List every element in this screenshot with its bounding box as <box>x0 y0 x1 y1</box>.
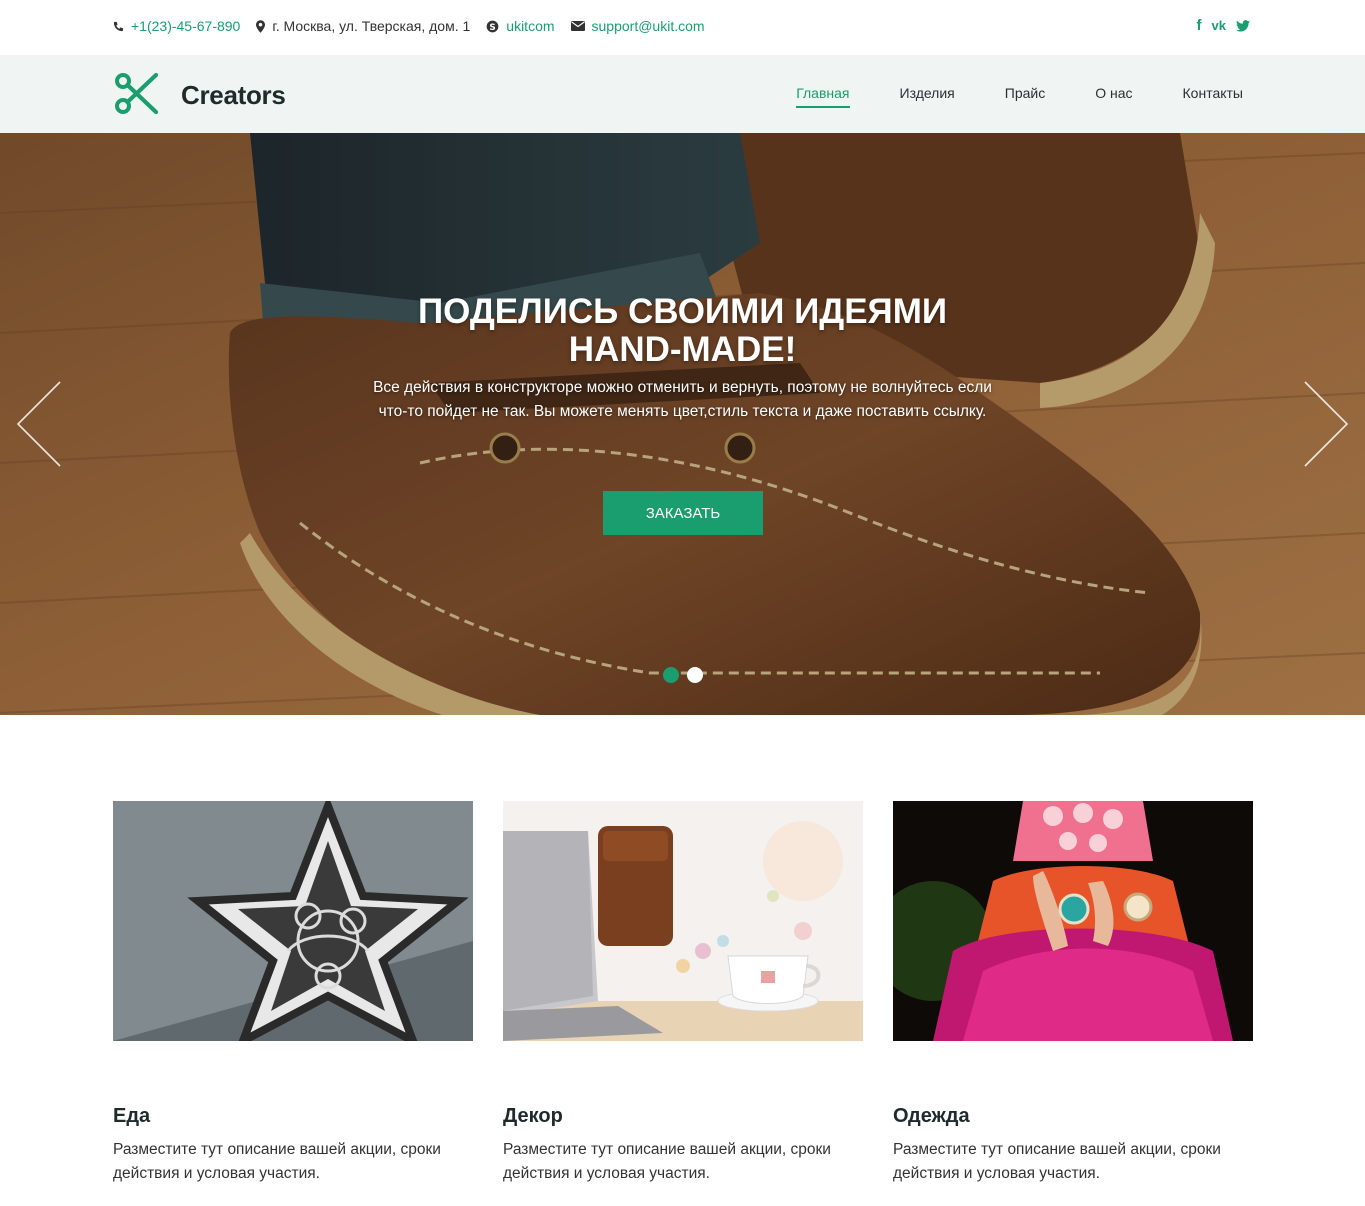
hands-rings-image <box>893 801 1253 1041</box>
phone-number[interactable]: +1(23)-45-67-890 <box>131 18 240 34</box>
hero-title-line1: ПОДЕЛИСЬ СВОИМИ ИДЕЯМИ <box>417 292 948 331</box>
hero-overlay <box>0 133 1365 715</box>
order-button[interactable]: ЗАКАЗАТЬ <box>603 491 763 535</box>
card-clothes[interactable]: Одежда Разместите тут описание вашей акц… <box>893 801 1253 1186</box>
skype-icon: S <box>486 20 499 32</box>
contact-address: г. Москва, ул. Тверская, дом. 1 <box>256 18 470 34</box>
card-title[interactable]: Еда <box>113 1105 473 1128</box>
email-link[interactable]: support@ukit.com <box>592 18 705 34</box>
map-pin-icon <box>256 19 266 33</box>
mail-icon <box>570 21 585 31</box>
scissors-logo-icon[interactable] <box>114 72 160 116</box>
nav-item-products[interactable]: Изделия <box>900 85 955 108</box>
facebook-icon[interactable]: f <box>1197 17 1202 34</box>
nav-item-price[interactable]: Прайс <box>1005 85 1045 108</box>
contact-list: +1(23)-45-67-890 г. Москва, ул. Тверская… <box>113 18 721 34</box>
hero-title-line2: HAND-MADE! <box>568 330 797 369</box>
vk-icon[interactable]: vk <box>1212 18 1226 33</box>
site-logo-text[interactable]: Creators <box>181 80 286 111</box>
contact-email[interactable]: support@ukit.com <box>570 18 705 34</box>
top-bar: +1(23)-45-67-890 г. Москва, ул. Тверская… <box>0 0 1365 55</box>
card-image-star[interactable] <box>113 801 473 1041</box>
main-nav: Главная Изделия Прайс О нас Контакты <box>746 85 1243 108</box>
svg-text:S: S <box>490 22 496 32</box>
chevron-right-icon[interactable] <box>1303 381 1349 467</box>
star-ornament-image <box>113 801 473 1041</box>
nav-item-contacts[interactable]: Контакты <box>1183 85 1243 108</box>
chevron-left-icon[interactable] <box>16 381 62 467</box>
hero-slider: ПОДЕЛИСЬ СВОИМИ ИДЕЯМИ HAND-MADE! Все де… <box>0 133 1365 715</box>
card-title[interactable]: Декор <box>503 1105 863 1128</box>
category-cards: Еда Разместите тут описание вашей акции,… <box>113 801 1253 1186</box>
slider-dot-2[interactable] <box>687 667 703 683</box>
card-decor[interactable]: Декор Разместите тут описание вашей акци… <box>503 801 863 1186</box>
laptop-coffee-image <box>503 801 863 1041</box>
twitter-icon[interactable] <box>1236 19 1250 32</box>
card-description: Разместите тут описание вашей акции, сро… <box>113 1141 441 1182</box>
nav-item-about[interactable]: О нас <box>1095 85 1132 108</box>
nav-item-home[interactable]: Главная <box>796 85 850 108</box>
hero-title: ПОДЕЛИСЬ СВОИМИ ИДЕЯМИ HAND-MADE! <box>0 293 1365 369</box>
contact-skype[interactable]: S ukitcom <box>486 18 555 34</box>
site-header: Creators Главная Изделия Прайс О нас Кон… <box>0 55 1365 133</box>
card-image-coffee[interactable] <box>503 801 863 1041</box>
card-description: Разместите тут описание вашей акции, сро… <box>893 1141 1221 1182</box>
card-image-rings[interactable] <box>893 801 1253 1041</box>
card-description: Разместите тут описание вашей акции, сро… <box>503 1141 831 1182</box>
hero-description: Все действия в конструкторе можно отмени… <box>373 379 992 420</box>
social-links: f vk <box>1187 17 1250 34</box>
address-text: г. Москва, ул. Тверская, дом. 1 <box>272 18 471 34</box>
slider-dot-1[interactable] <box>663 667 679 683</box>
skype-link[interactable]: ukitcom <box>506 18 554 34</box>
contact-phone[interactable]: +1(23)-45-67-890 <box>113 18 240 34</box>
card-title[interactable]: Одежда <box>893 1105 1253 1128</box>
phone-icon <box>113 21 124 31</box>
card-food[interactable]: Еда Разместите тут описание вашей акции,… <box>113 801 473 1186</box>
slider-dots <box>663 667 711 683</box>
